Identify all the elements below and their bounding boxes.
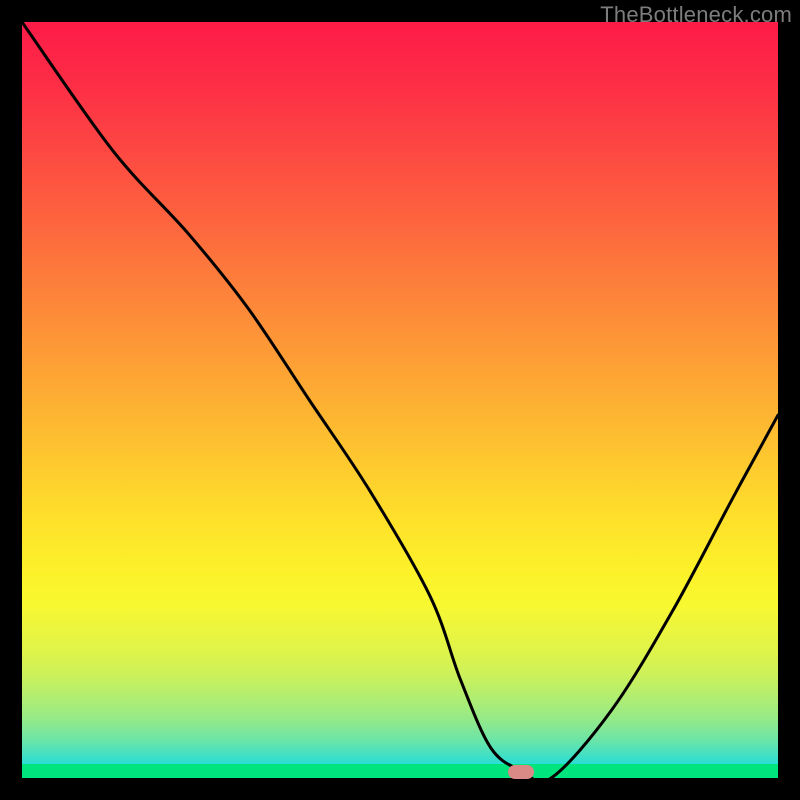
chart-frame: TheBottleneck.com	[0, 0, 800, 800]
watermark-text: TheBottleneck.com	[600, 2, 792, 28]
bottleneck-curve	[22, 22, 778, 778]
baseline-band	[22, 764, 778, 778]
optimal-marker	[508, 765, 534, 779]
curve-svg	[22, 22, 778, 778]
plot-area	[22, 22, 778, 778]
